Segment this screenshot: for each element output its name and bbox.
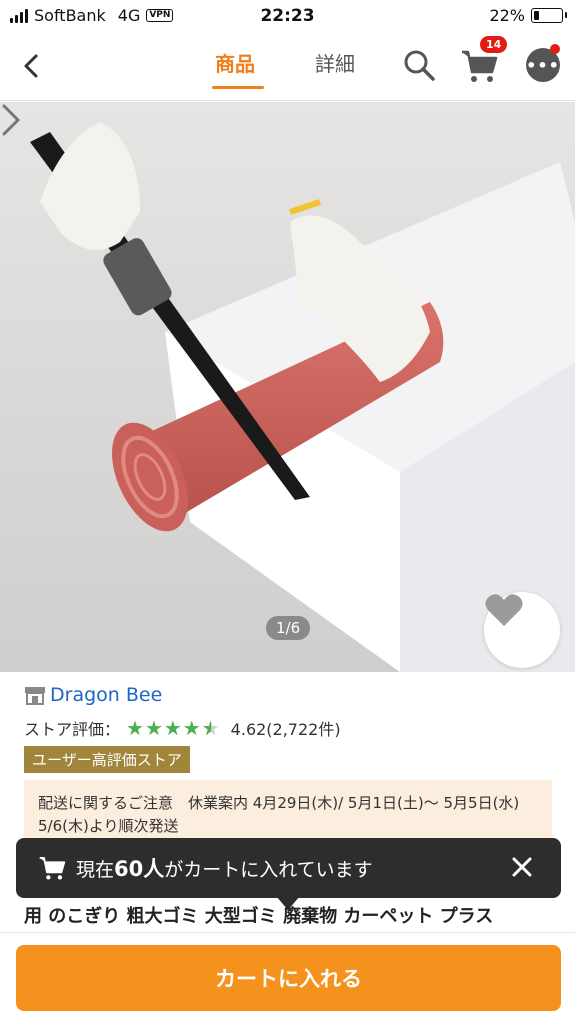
- close-icon[interactable]: [511, 856, 533, 878]
- rating-stars: ★★★★★: [126, 716, 221, 740]
- chevron-right-icon[interactable]: [0, 102, 22, 138]
- tab-detail[interactable]: 詳細: [315, 48, 355, 77]
- store-rating-row: ストア評価： ★★★★★ 4.62(2,722件): [24, 716, 341, 740]
- cart-icon[interactable]: [460, 48, 498, 84]
- rating-label: ストア評価：: [24, 720, 121, 739]
- back-icon[interactable]: [18, 52, 46, 80]
- shipping-notice: 配送に関するご注意 休業案内 4月29日(木)/ 5月1日(土)～ 5月5日(水…: [24, 780, 552, 842]
- add-to-cart-button[interactable]: カートに入れる: [16, 945, 561, 1011]
- rating-value: 4.62(2,722件): [230, 720, 341, 739]
- cart-count-badge: 14: [480, 36, 508, 53]
- active-tab-indicator: [212, 86, 264, 89]
- search-icon[interactable]: [402, 48, 436, 82]
- status-right: 22%: [489, 6, 567, 25]
- status-bar: SoftBank 4G VPN 22:23 22%: [0, 0, 575, 34]
- notification-dot: [550, 44, 560, 54]
- product-photo: [0, 102, 575, 672]
- favorite-button[interactable]: [484, 592, 560, 668]
- battery-icon: [531, 8, 567, 23]
- cart-icon: [39, 856, 66, 880]
- store-name-link[interactable]: Dragon Bee: [50, 684, 162, 706]
- tab-product[interactable]: 商品: [215, 48, 255, 77]
- high-rating-badge: ユーザー高評価ストア: [24, 746, 190, 773]
- more-dots-icon: •••: [526, 55, 560, 75]
- toast-message: 現在60人がカートに入れています: [76, 857, 373, 881]
- bottom-bar: カートに入れる: [0, 932, 575, 1025]
- product-title: 用 のこぎり 粗大ゴミ 大型ゴミ 廃棄物 カーペット プラス: [24, 906, 494, 927]
- store-row[interactable]: Dragon Bee: [24, 684, 162, 706]
- battery-percent: 22%: [489, 6, 525, 25]
- nav-bar: 商品 詳細 14 •••: [0, 34, 575, 101]
- heart-icon: [485, 594, 523, 626]
- image-counter: 1/6: [266, 616, 311, 640]
- half-star-icon: ★: [202, 716, 221, 740]
- store-icon: [25, 687, 45, 705]
- product-image-carousel[interactable]: 1/6: [0, 102, 575, 672]
- cart-toast: 現在60人がカートに入れています: [16, 838, 561, 898]
